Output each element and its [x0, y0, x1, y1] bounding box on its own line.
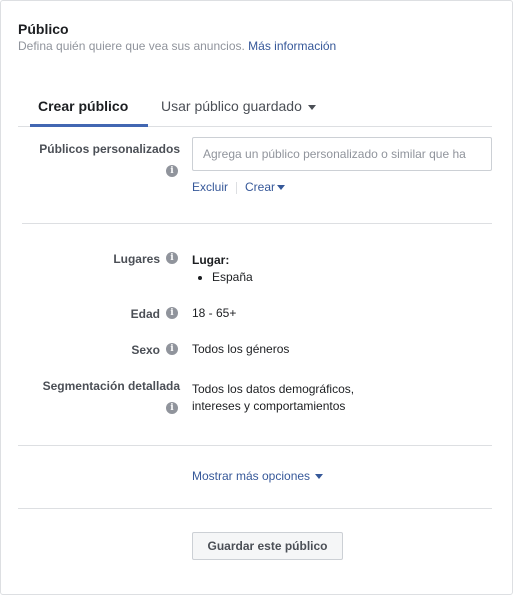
gender-value: Todos los géneros — [192, 342, 290, 356]
age-label: Edad — [130, 307, 160, 321]
detailed-targeting-line-1: Todos los datos demográficos, — [192, 382, 355, 396]
tab-create-audience-label: Crear público — [38, 98, 129, 114]
age-value: 18 - 65+ — [192, 306, 237, 320]
section-subtitle: Defina quién quiere que vea sus anuncios… — [18, 39, 336, 53]
locations-list: España — [212, 269, 253, 286]
info-icon[interactable]: i — [166, 252, 178, 264]
tab-saved-audience-label: Usar público guardado — [161, 98, 302, 114]
detailed-targeting-line-2: intereses y comportamientos — [192, 399, 346, 413]
location-item: España — [212, 269, 253, 286]
subtitle-text: Defina quién quiere que vea sus anuncios… — [18, 39, 245, 53]
locations-value: Lugar: España — [192, 252, 253, 286]
link-separator — [236, 181, 238, 194]
show-more-options-label: Mostrar más opciones — [192, 469, 311, 483]
gender-label: Sexo — [131, 343, 160, 357]
caret-down-icon — [277, 185, 286, 191]
audience-tabs: Crear público Usar público guardado — [18, 93, 492, 127]
custom-audiences-label: Públicos personalizados — [39, 142, 180, 156]
locations-heading: Lugar: — [192, 253, 230, 267]
divider — [18, 445, 492, 446]
section-title: Público — [18, 21, 69, 37]
caret-down-icon — [315, 474, 324, 480]
divider — [22, 223, 492, 224]
custom-audience-links: Excluir Crear — [192, 180, 286, 194]
save-audience-button[interactable]: Guardar este público — [192, 532, 343, 560]
info-icon[interactable]: i — [166, 402, 178, 414]
custom-audience-input[interactable] — [192, 137, 492, 171]
tab-saved-audience[interactable]: Usar público guardado — [161, 93, 316, 127]
exclude-link[interactable]: Excluir — [192, 180, 228, 194]
audience-panel: Público Defina quién quiere que vea sus … — [0, 0, 513, 595]
caret-down-icon — [307, 104, 316, 110]
show-more-options-link[interactable]: Mostrar más opciones — [192, 469, 324, 483]
create-link[interactable]: Crear — [245, 180, 286, 194]
more-info-link[interactable]: Más información — [248, 39, 336, 53]
tab-create-audience[interactable]: Crear público — [30, 93, 148, 127]
create-link-label: Crear — [245, 180, 276, 194]
detailed-targeting-value: Todos los datos demográficos, intereses … — [192, 381, 354, 415]
divider — [18, 508, 492, 509]
info-icon[interactable]: i — [166, 343, 178, 355]
locations-label: Lugares — [113, 252, 160, 266]
info-icon[interactable]: i — [166, 165, 178, 177]
detailed-targeting-label: Segmentación detallada — [42, 379, 180, 393]
info-icon[interactable]: i — [166, 307, 178, 319]
